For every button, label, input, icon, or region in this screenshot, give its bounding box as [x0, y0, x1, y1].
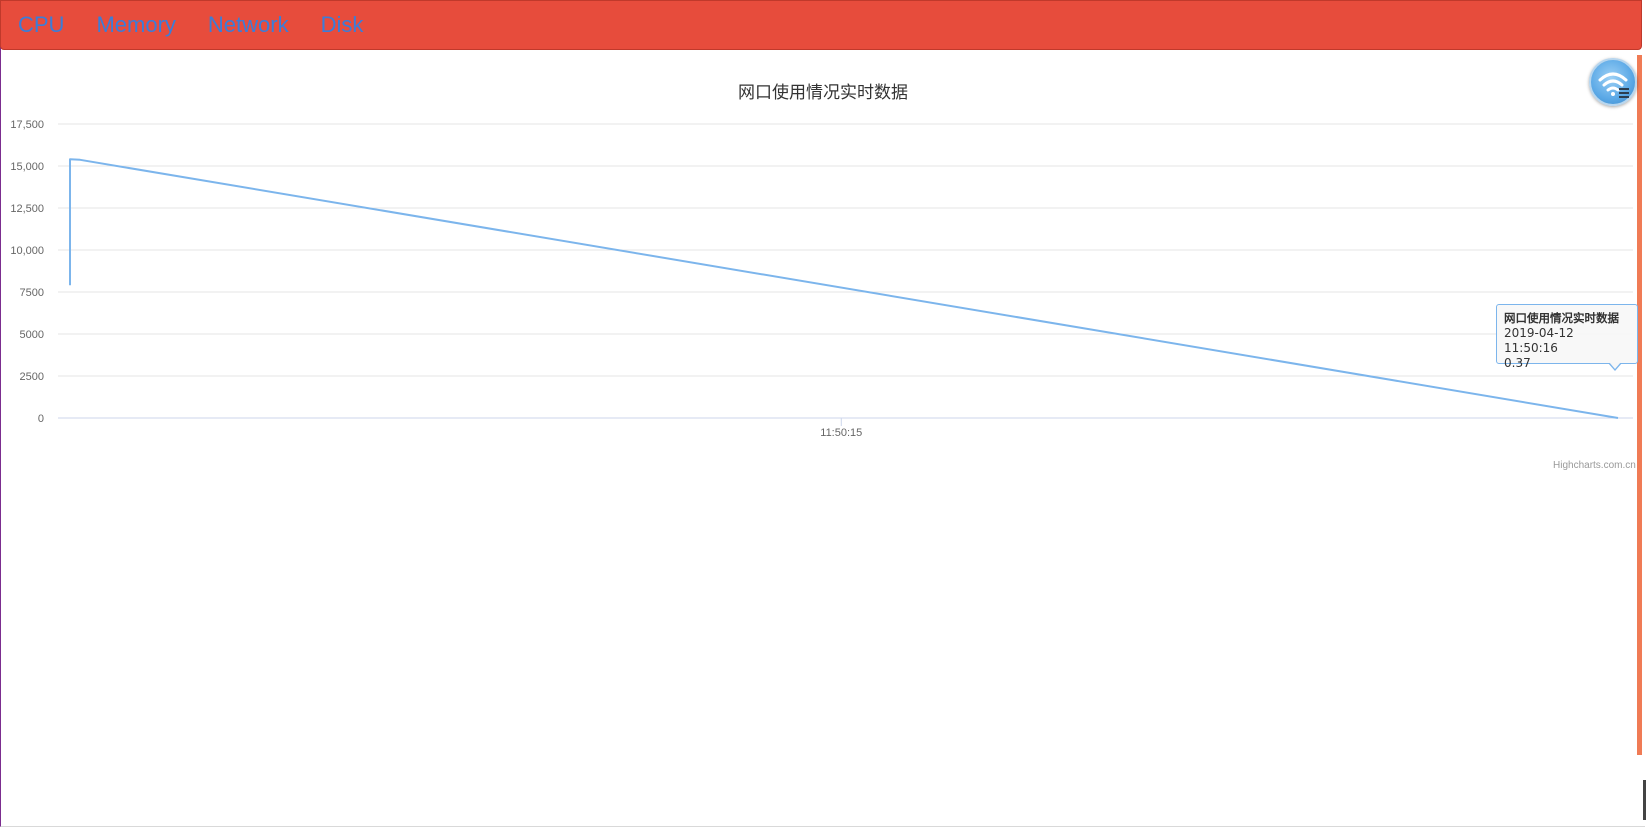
chart-svg: 17,500 15,000 12,500 10,000 7500 5000 2500 0 11:… [10, 119, 1633, 439]
y-tick-label: 2500 [20, 371, 44, 383]
nav-memory[interactable]: Memory [80, 1, 191, 49]
floating-wifi-button[interactable] [1589, 58, 1637, 106]
tooltip-time: 2019-04-12 11:50:16 [1504, 326, 1574, 355]
chart-title: 网口使用情况实时数据 [738, 83, 908, 103]
y-tick-label: 10,000 [10, 245, 44, 257]
y-tick-label: 12,500 [10, 203, 44, 215]
nav-network[interactable]: Network [192, 1, 305, 49]
nav-disk[interactable]: Disk [305, 1, 380, 49]
top-navbar: CPU Memory Network Disk [0, 0, 1642, 50]
tooltip-title: 网口使用情况实时数据 [1504, 311, 1619, 325]
y-tick-label: 7500 [20, 287, 44, 299]
nav-cpu[interactable]: CPU [1, 1, 80, 49]
y-tick-label: 15,000 [10, 161, 44, 173]
chart-credits[interactable]: Highcharts.com.cn [1553, 460, 1636, 471]
tooltip-arrow-inner [1609, 362, 1621, 369]
series-line[interactable] [69, 158, 1619, 419]
wifi-icon [1598, 72, 1629, 98]
y-tick-label: 0 [38, 413, 44, 425]
y-tick-label: 5000 [20, 329, 44, 341]
network-chart: 网口使用情况实时数据 17,500 15,000 12,500 10,000 7500 5… [0, 55, 1646, 475]
y-tick-label: 17,500 [10, 119, 44, 131]
chart-tooltip: 网口使用情况实时数据 2019-04-12 11:50:16 0.37 [1496, 304, 1638, 371]
x-tick-label: 11:50:15 [820, 427, 862, 439]
